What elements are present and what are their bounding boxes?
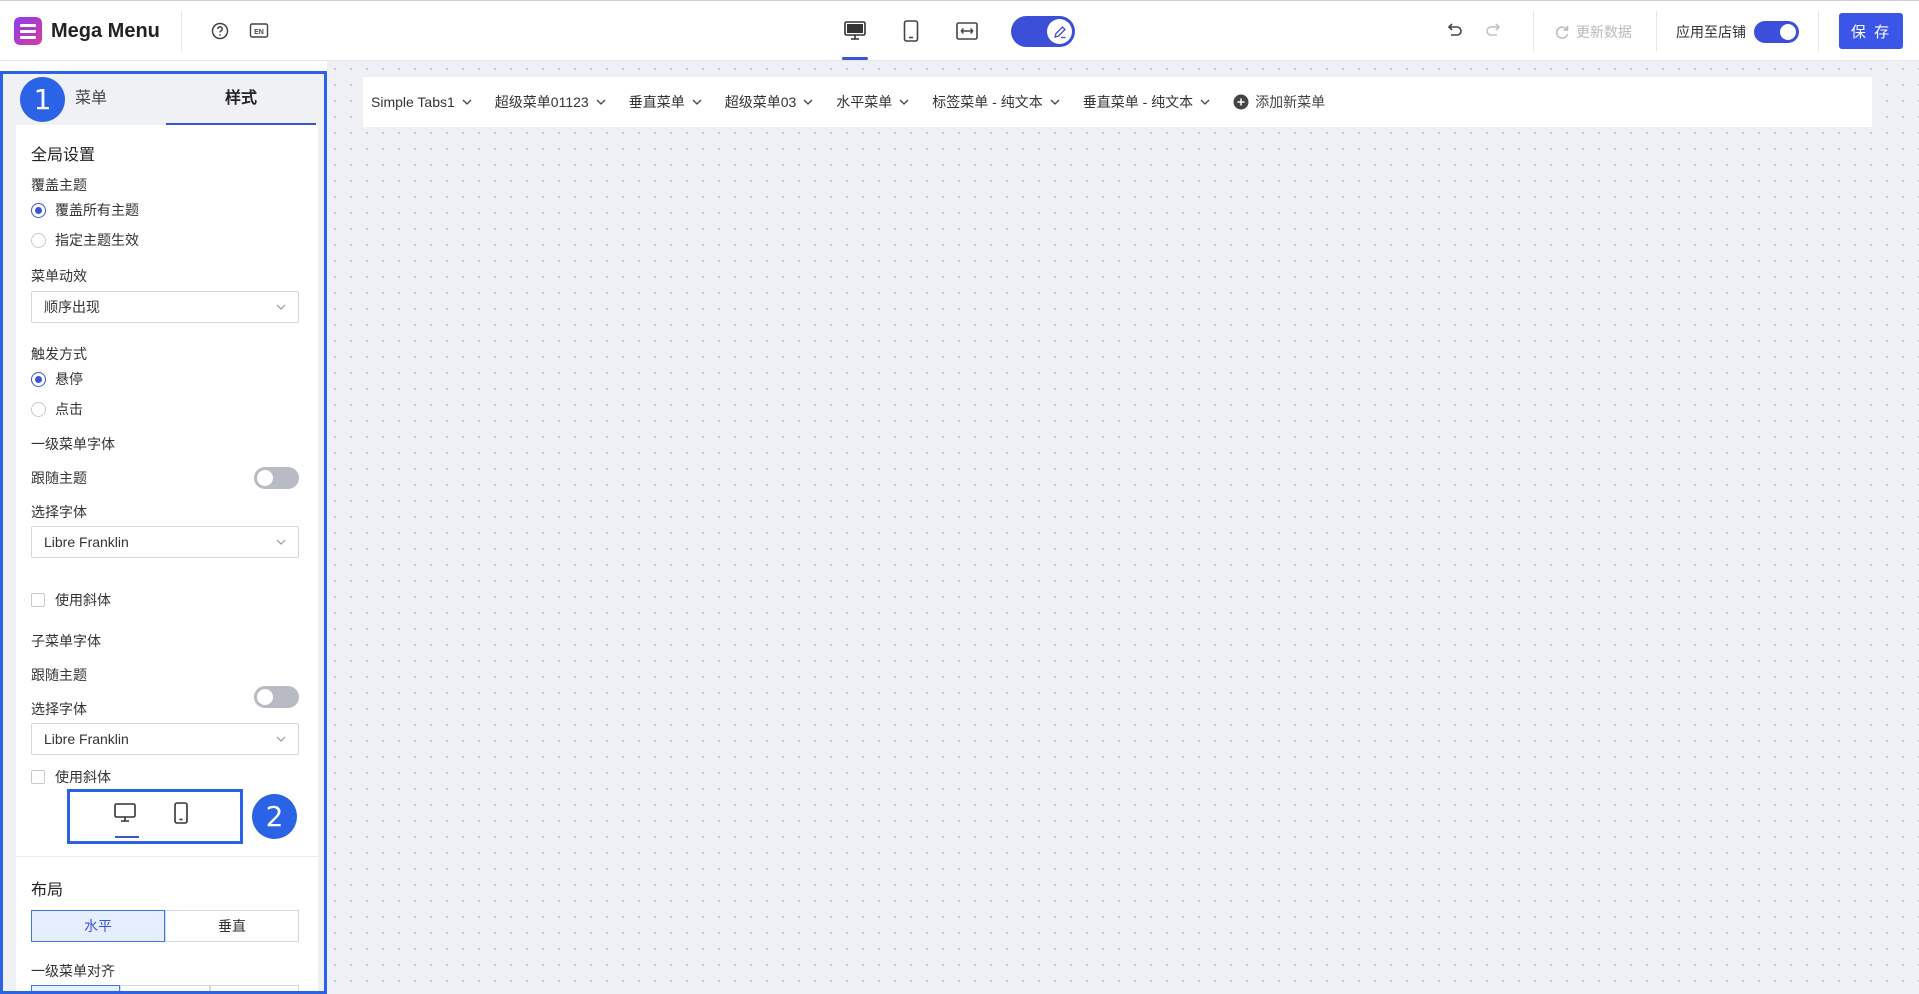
sub-italic-checkbox[interactable]: 使用斜体 — [31, 767, 111, 787]
align-option-1[interactable] — [31, 985, 121, 991]
layout-option-vertical[interactable]: 垂直 — [165, 910, 299, 942]
section-divider — [16, 856, 318, 857]
toolbar-divider — [1656, 11, 1657, 51]
menu-item-super-menu-01123[interactable]: 超级菜单01123 — [495, 92, 606, 112]
chevron-down-icon — [1200, 99, 1210, 105]
level1-font-label: 一级菜单字体 — [31, 436, 115, 452]
desktop-view-icon[interactable] — [841, 17, 869, 45]
language-en-icon[interactable]: EN — [247, 19, 271, 43]
top-toolbar: Mega Menu EN 更新数据 应用至店铺 保 存 — [0, 0, 1919, 61]
radio-specific-theme[interactable]: 指定主题生效 — [31, 230, 139, 250]
trigger-label: 触发方式 — [31, 346, 87, 362]
annotation-badge-2: 2 — [252, 794, 297, 839]
align-option-2[interactable] — [120, 985, 210, 991]
sub-follow-theme-label: 跟随主题 — [31, 667, 87, 683]
level1-follow-theme-toggle[interactable] — [254, 467, 299, 489]
radio-trigger-click[interactable]: 点击 — [31, 399, 83, 419]
radio-override-all[interactable]: 覆盖所有主题 — [31, 200, 139, 220]
level1-italic-checkbox[interactable]: 使用斜体 — [31, 590, 111, 610]
apply-to-store-label: 应用至店铺 — [1676, 24, 1746, 40]
sub-follow-theme-toggle[interactable] — [254, 686, 299, 708]
align-label: 一级菜单对齐 — [31, 963, 115, 979]
preview-canvas: Simple Tabs1 超级菜单01123 垂直菜单 超级菜单03 水平菜单 … — [327, 61, 1919, 994]
toolbar-divider — [1818, 11, 1819, 51]
sub-choose-font-label: 选择字体 — [31, 701, 87, 717]
desktop-view-icon[interactable] — [114, 803, 136, 828]
plus-circle-icon — [1233, 94, 1249, 110]
chevron-down-icon — [803, 99, 813, 105]
override-theme-label: 覆盖主题 — [31, 177, 87, 193]
refresh-label: 更新数据 — [1576, 24, 1632, 40]
sub-font-select[interactable]: Libre Franklin — [31, 723, 299, 755]
chevron-down-icon — [276, 539, 286, 545]
settings-sidebar: 菜单 样式 1 全局设置 覆盖主题 覆盖所有主题 指定主题生效 菜单动效 顺序出… — [0, 71, 327, 994]
global-settings-title: 全局设置 — [31, 147, 96, 164]
edit-pencil-icon — [1047, 19, 1072, 44]
toolbar-divider — [181, 11, 182, 51]
layout-title: 布局 — [31, 882, 64, 899]
chevron-down-icon — [276, 736, 286, 742]
active-device-indicator — [115, 836, 139, 838]
mobile-view-icon[interactable] — [173, 802, 189, 829]
menu-item-vertical-text[interactable]: 垂直菜单 - 纯文本 — [1083, 92, 1210, 112]
apply-to-store-toggle[interactable] — [1754, 21, 1799, 43]
layout-segmented-control: 水平 垂直 — [31, 910, 299, 942]
chevron-down-icon — [899, 99, 909, 105]
radio-trigger-hover[interactable]: 悬停 — [31, 369, 83, 389]
level1-choose-font-label: 选择字体 — [31, 504, 87, 520]
chevron-down-icon — [692, 99, 702, 105]
tab-style[interactable]: 样式 — [166, 77, 316, 125]
layout-option-horizontal[interactable]: 水平 — [31, 910, 165, 942]
animation-label: 菜单动效 — [31, 268, 87, 284]
mega-menu-logo-icon — [14, 17, 42, 45]
level1-follow-theme-label: 跟随主题 — [31, 470, 87, 486]
annotation-badge-1: 1 — [20, 77, 65, 122]
help-circle-icon[interactable] — [208, 19, 232, 43]
brand: Mega Menu — [14, 16, 160, 46]
chevron-down-icon — [596, 99, 606, 105]
save-button[interactable]: 保 存 — [1839, 13, 1903, 49]
undo-icon[interactable] — [1442, 19, 1466, 43]
refresh-icon — [1555, 26, 1569, 39]
tablet-view-icon[interactable] — [897, 17, 925, 45]
align-option-3[interactable] — [209, 985, 299, 991]
redo-icon[interactable] — [1482, 19, 1506, 43]
sub-font-label: 子菜单字体 — [31, 633, 101, 649]
edit-mode-toggle[interactable] — [1011, 16, 1075, 47]
chevron-down-icon — [1050, 99, 1060, 105]
style-panel: 全局设置 覆盖主题 覆盖所有主题 指定主题生效 菜单动效 顺序出现 触发方式 悬… — [16, 125, 318, 991]
chevron-down-icon — [462, 99, 472, 105]
refresh-data-button[interactable]: 更新数据 — [1554, 22, 1632, 42]
add-new-menu-button[interactable]: 添加新菜单 — [1233, 92, 1325, 112]
fit-width-icon[interactable] — [953, 17, 981, 45]
animation-select[interactable]: 顺序出现 — [31, 291, 299, 323]
toolbar-divider — [1533, 11, 1534, 51]
menu-bar: Simple Tabs1 超级菜单01123 垂直菜单 超级菜单03 水平菜单 … — [363, 77, 1872, 127]
align-segmented-control — [31, 985, 299, 991]
level1-font-select[interactable]: Libre Franklin — [31, 526, 299, 558]
menu-item-super-menu-03[interactable]: 超级菜单03 — [725, 92, 814, 112]
svg-text:EN: EN — [254, 29, 264, 36]
device-switch — [67, 789, 243, 844]
menu-item-vertical-menu[interactable]: 垂直菜单 — [629, 92, 702, 112]
app-title: Mega Menu — [51, 19, 160, 42]
menu-item-simple-tabs[interactable]: Simple Tabs1 — [371, 94, 472, 110]
active-device-indicator — [842, 57, 868, 60]
menu-item-tabs-text[interactable]: 标签菜单 - 纯文本 — [932, 92, 1060, 112]
chevron-down-icon — [276, 304, 286, 310]
menu-item-horizontal-menu[interactable]: 水平菜单 — [836, 92, 909, 112]
